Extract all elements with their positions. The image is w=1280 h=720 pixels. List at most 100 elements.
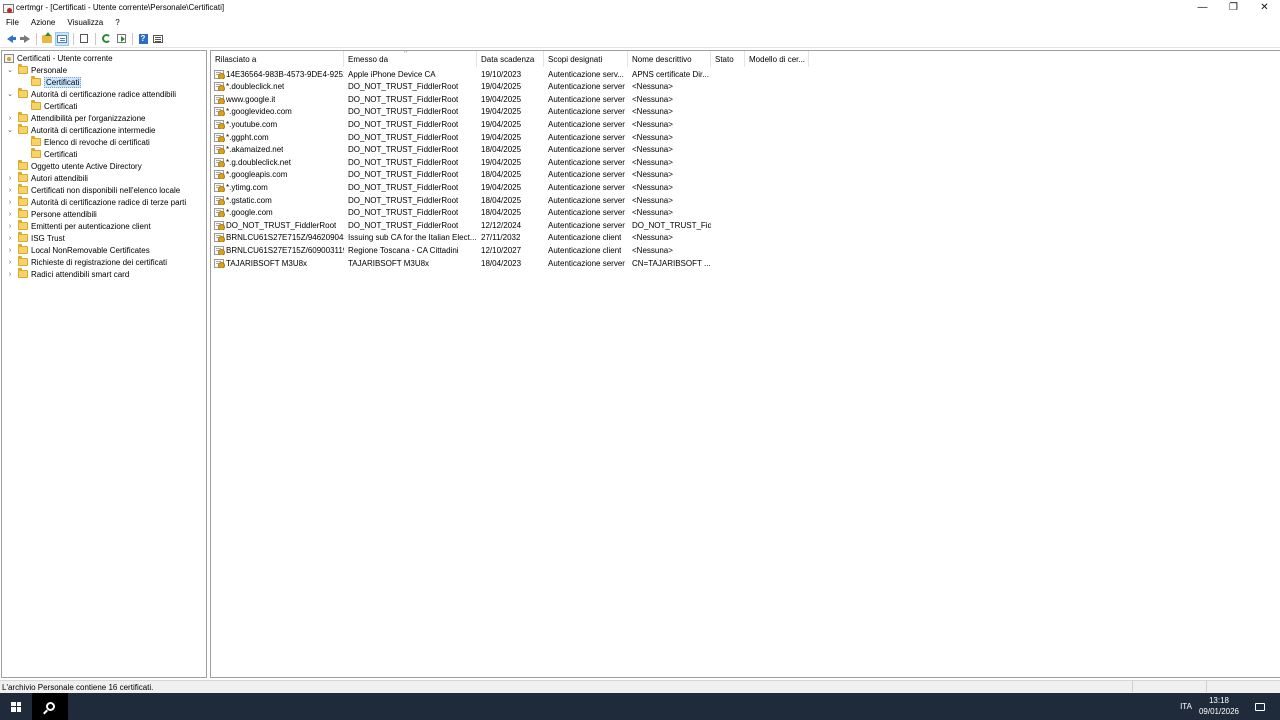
certificate-row[interactable]: *.ggpht.com DO_NOT_TRUST_FiddlerRoot 19/04… — [211, 131, 809, 143]
expand-chevron-icon[interactable]: › — [6, 172, 14, 184]
tree-item[interactable]: Certificati — [19, 148, 77, 160]
cell-text: DO_NOT_TRUST_FiddlerRoot — [226, 220, 337, 230]
tree-item[interactable]: Certificati — [19, 100, 77, 112]
cell-text: *.youtube.com — [226, 119, 278, 129]
tree-item-label: Certificati — [44, 149, 78, 159]
expand-chevron-icon[interactable]: › — [6, 256, 14, 268]
tree-item[interactable]: Oggetto utente Active Directory — [6, 160, 142, 172]
column-scopi-designati-cell: Autenticazione server — [544, 107, 628, 116]
cell-text: DO_NOT_TRUST_FiddlerRoot — [348, 94, 459, 104]
expand-chevron-icon[interactable]: ⌄ — [6, 124, 14, 136]
menu-file[interactable]: File — [0, 18, 25, 27]
certificate-row[interactable]: DO_NOT_TRUST_FiddlerRoot DO_NOT_TRUST_Fid… — [211, 219, 809, 231]
column-data-scadenza-header[interactable]: Data scadenza — [477, 51, 544, 67]
tree-item[interactable]: › Emittenti per autenticazione client — [6, 220, 151, 232]
column-stato-header[interactable]: Stato — [711, 51, 745, 67]
tree-item[interactable]: ⌄ Autorità di certificazione intermedie — [6, 124, 156, 136]
tree-item[interactable]: › Certificati non disponibili nell'elenco… — [6, 184, 180, 196]
tree-item[interactable]: Elenco di revoche di certificati — [19, 136, 150, 148]
expand-chevron-icon[interactable]: › — [6, 112, 14, 124]
certificate-row[interactable]: *.googlevideo.com DO_NOT_TRUST_FiddlerRoo… — [211, 106, 809, 118]
expand-chevron-icon[interactable]: › — [6, 268, 14, 280]
certificate-row[interactable]: www.google.it DO_NOT_TRUST_FiddlerRoot 19/… — [211, 93, 809, 105]
input-language[interactable]: ITA — [1176, 693, 1196, 720]
folder-icon — [18, 160, 28, 170]
back-button[interactable] — [3, 32, 17, 46]
minimize-button[interactable]: — — [1187, 0, 1218, 15]
column-rilasciato-a-cell: *.googleapis.com — [211, 170, 344, 180]
column-modello-header[interactable]: Modello di cer... — [745, 51, 809, 67]
tree-root[interactable]: Certificati - Utente corrente — [4, 52, 113, 64]
forward-button[interactable] — [18, 32, 32, 46]
up-one-level-button[interactable] — [40, 31, 54, 46]
tree-item[interactable]: › Autori attendibili — [6, 172, 88, 184]
notification-center-button[interactable] — [1250, 693, 1270, 720]
expand-chevron-icon[interactable]: ⌄ — [6, 88, 14, 100]
column-rilasciato-a-header[interactable]: Rilasciato a — [211, 51, 344, 67]
column-scopi-designati-header[interactable]: Scopi designati — [544, 51, 628, 67]
certificate-row[interactable]: *.youtube.com DO_NOT_TRUST_FiddlerRoot 19/… — [211, 118, 809, 130]
certificate-row[interactable]: *.ytimg.com DO_NOT_TRUST_FiddlerRoot 19/04… — [211, 181, 809, 193]
tree-item[interactable]: › Richieste di registrazione dei certific… — [6, 256, 167, 268]
column-nome-descrittivo-header[interactable]: Nome descrittivo — [628, 51, 711, 67]
certificate-row[interactable]: *.google.com DO_NOT_TRUST_FiddlerRoot 18/0… — [211, 207, 809, 219]
tree-item[interactable]: › ISG Trust — [6, 232, 65, 244]
column-nome-descrittivo-cell: <Nessuna> — [628, 233, 711, 242]
certificate-row[interactable]: *.gstatic.com DO_NOT_TRUST_FiddlerRoot 18/… — [211, 194, 809, 206]
menu-visualizza[interactable]: Visualizza — [61, 18, 109, 27]
tree-item[interactable]: Certificati — [19, 76, 82, 88]
tree-item[interactable]: › Autorità di certificazione radice di te… — [6, 196, 186, 208]
expand-chevron-icon[interactable]: › — [6, 184, 14, 196]
certificate-row[interactable]: BRNLCU61S27E715Z/946209043... Issuing sub… — [211, 232, 809, 244]
maximize-button[interactable]: ❐ — [1218, 0, 1249, 15]
column-header-label: Nome descrittivo — [632, 54, 692, 64]
tree-item[interactable]: ⌄ Personale — [6, 64, 67, 76]
console-tree[interactable]: Certificati - Utente corrente ⌄ Personale… — [1, 50, 207, 678]
export-list-button[interactable] — [114, 32, 128, 46]
close-button[interactable]: ✕ — [1249, 0, 1280, 15]
expand-chevron-icon[interactable]: › — [6, 244, 14, 256]
tree-item[interactable]: › Local NonRemovable Certificates — [6, 244, 150, 256]
show-hide-tree-icon — [57, 34, 67, 43]
cell-text: *.g.doubleclick.net — [226, 157, 291, 167]
expand-chevron-icon[interactable]: › — [6, 232, 14, 244]
certificate-row[interactable]: BRNLCU61S27E715Z/609003119... Regione Tos… — [211, 244, 809, 256]
tree-item[interactable]: › Radici attendibili smart card — [6, 268, 129, 280]
tree-item[interactable]: › Persone attendibili — [6, 208, 97, 220]
certificate-row[interactable]: 14E36564-983B-4573-9DE4-9251... Apple iPh… — [211, 68, 809, 80]
column-emesso-da-cell: Regione Toscana - CA Cittadini — [344, 246, 477, 255]
certificate-list[interactable]: Rilasciato a Emesso da ^ Data scadenza Scopi… — [210, 50, 1280, 678]
cell-text: 27/11/2032 — [481, 233, 521, 243]
certificate-row[interactable]: *.googleapis.com DO_NOT_TRUST_FiddlerRoot… — [211, 169, 809, 181]
show-hide-tree-button[interactable] — [55, 31, 69, 46]
certificate-row[interactable]: *.akamaized.net DO_NOT_TRUST_FiddlerRoot 1… — [211, 144, 809, 156]
cell-text: <Nessuna> — [632, 233, 673, 243]
expand-chevron-icon[interactable]: › — [6, 208, 14, 220]
help-button[interactable]: ? — [136, 32, 150, 46]
tree-item[interactable]: ⌄ Autorità di certificazione radice atten… — [6, 88, 176, 100]
column-rilasciato-a-cell: BRNLCU61S27E715Z/946209043... — [211, 233, 344, 243]
tree-item-label: Autori attendibili — [31, 173, 88, 183]
properties-button[interactable] — [151, 32, 165, 46]
search-button[interactable] — [32, 693, 68, 720]
copy-button[interactable] — [77, 32, 91, 46]
tree-item-label: Local NonRemovable Certificates — [31, 245, 150, 255]
expand-chevron-icon[interactable]: ⌄ — [6, 64, 14, 76]
certificate-row[interactable]: *.doubleclick.net DO_NOT_TRUST_FiddlerRoo… — [211, 81, 809, 93]
tree-root-label: Certificati - Utente corrente — [17, 53, 113, 63]
column-emesso-da-header[interactable]: Emesso da ^ — [344, 51, 477, 67]
tree-item[interactable]: › Attendibilità per l'organizzazione — [6, 112, 145, 124]
menu-help[interactable]: ? — [109, 18, 125, 27]
menu-azione[interactable]: Azione — [25, 18, 61, 27]
clock[interactable]: 13:18 09/01/2026 — [1198, 695, 1240, 719]
certificate-row[interactable]: *.g.doubleclick.net DO_NOT_TRUST_FiddlerR… — [211, 156, 809, 168]
expand-chevron-icon[interactable]: › — [6, 220, 14, 232]
certificate-row[interactable]: TAJARIBSOFT M3U8x TAJARIBSOFT M3U8x 18/04/… — [211, 257, 809, 269]
cell-text: www.google.it — [226, 94, 276, 104]
expand-chevron-icon[interactable]: › — [6, 196, 14, 208]
folder-icon — [18, 196, 28, 206]
cell-text: *.ggpht.com — [226, 132, 269, 142]
cell-text: 19/04/2025 — [481, 182, 522, 192]
refresh-button[interactable] — [99, 32, 113, 46]
start-button[interactable] — [0, 693, 32, 720]
